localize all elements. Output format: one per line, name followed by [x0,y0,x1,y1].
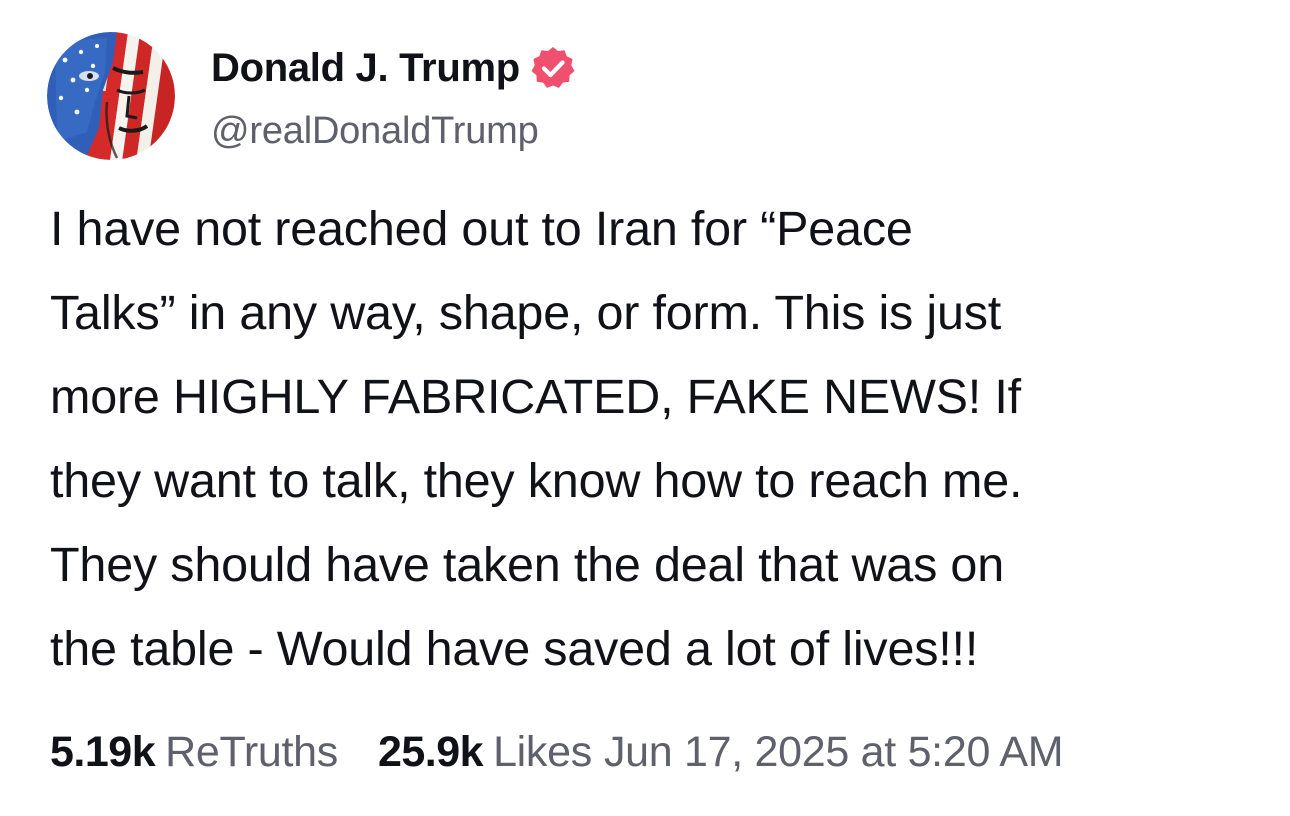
post-body-line: they want to talk, they know how to reac… [50,454,1023,508]
likes-stat[interactable]: 25.9k Likes [378,728,592,777]
author-display-name[interactable]: Donald J. Trump [211,46,520,91]
retruths-label: ReTruths [165,727,338,776]
retruths-count: 5.19k [50,727,156,776]
likes-count: 25.9k [377,727,484,776]
post-body-line: Talks” in any way, shape, or form. This … [50,286,1002,340]
post-timestamp[interactable]: Jun 17, 2025 at 5:20 AM [604,728,1064,777]
avatar-flag-portrait-icon [47,32,175,160]
verified-badge-icon [530,45,576,91]
post-body-line: They should have taken the deal that was… [50,538,1004,592]
author-name-row: Donald J. Trump [211,43,576,93]
post-body-line: I have not reached out to Iran for “Peac… [50,202,913,256]
avatar[interactable] [47,32,175,160]
post-body-line: the table - Would have saved a lot of li… [50,622,979,676]
retruths-stat[interactable]: 5.19k ReTruths [50,728,338,777]
truth-post: Donald J. Trump @realDonaldTrump I have … [0,0,1290,816]
author-handle[interactable]: @realDonaldTrump [211,110,539,153]
post-body: I have not reached out to Iran for “Peac… [50,187,1250,691]
post-stats: 5.19k ReTruths 25.9k Likes Jun 17, 2025 … [50,722,1064,782]
likes-label: Likes [493,727,592,776]
post-body-line: more HIGHLY FABRICATED, FAKE NEWS! If [50,370,1021,424]
